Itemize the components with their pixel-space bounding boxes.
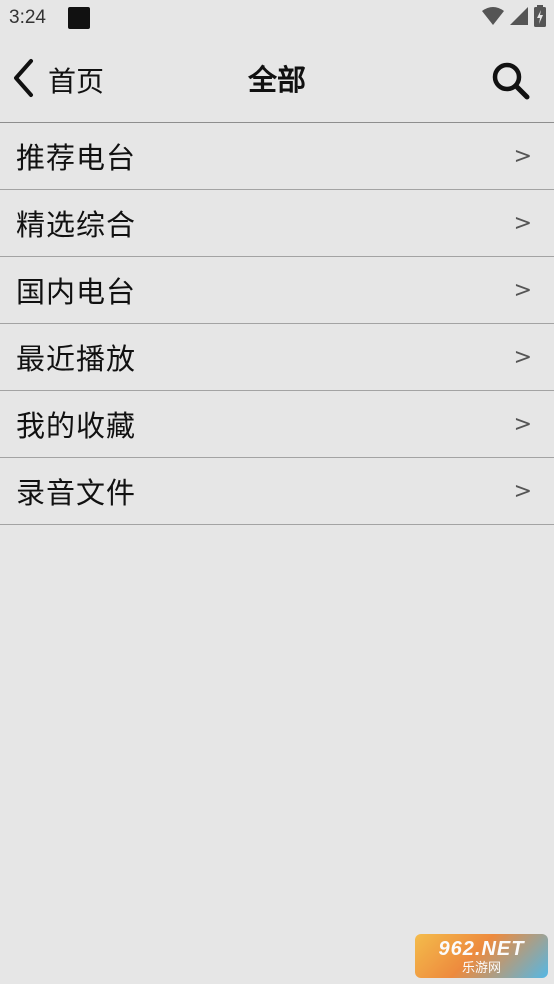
chevron-right-icon: > [513, 344, 532, 370]
menu-item-recently-played[interactable]: 最近播放 > [0, 324, 554, 391]
menu-item-recommended-stations[interactable]: 推荐电台 > [0, 123, 554, 190]
notification-icon [68, 7, 90, 29]
menu-list: 推荐电台 > 精选综合 > 国内电台 > 最近播放 > 我的收藏 > 录音文件 … [0, 123, 554, 525]
chevron-right-icon: > [513, 277, 532, 303]
search-icon [490, 62, 532, 106]
chevron-right-icon: > [513, 411, 532, 437]
watermark-subtitle: 乐游网 [461, 959, 501, 975]
status-icons [482, 5, 546, 31]
menu-item-featured[interactable]: 精选综合 > [0, 190, 554, 257]
menu-item-recordings[interactable]: 录音文件 > [0, 458, 554, 525]
watermark-logo: 962.NET 乐游网 [415, 934, 548, 978]
menu-item-label: 推荐电台 [16, 141, 137, 175]
menu-item-label: 我的收藏 [16, 409, 137, 443]
menu-item-label: 最近播放 [16, 342, 137, 376]
page-title: 全部 [247, 63, 306, 97]
menu-item-favorites[interactable]: 我的收藏 > [0, 391, 554, 458]
menu-item-label: 精选综合 [16, 208, 137, 242]
chevron-right-icon: > [513, 210, 532, 236]
menu-item-domestic-stations[interactable]: 国内电台 > [0, 257, 554, 324]
nav-bar: 首页 全部 [0, 36, 554, 123]
chevron-right-icon: > [513, 143, 532, 169]
chevron-right-icon: > [513, 478, 532, 504]
search-button[interactable] [490, 60, 532, 102]
menu-item-label: 国内电台 [16, 275, 137, 309]
status-bar: 3:24 [0, 0, 554, 36]
status-time: 3:24 [9, 7, 46, 28]
menu-item-label: 录音文件 [16, 476, 137, 510]
battery-icon [534, 5, 546, 31]
signal-icon [510, 6, 528, 30]
wifi-icon [482, 6, 504, 30]
watermark-title: 962.NET [438, 937, 525, 960]
